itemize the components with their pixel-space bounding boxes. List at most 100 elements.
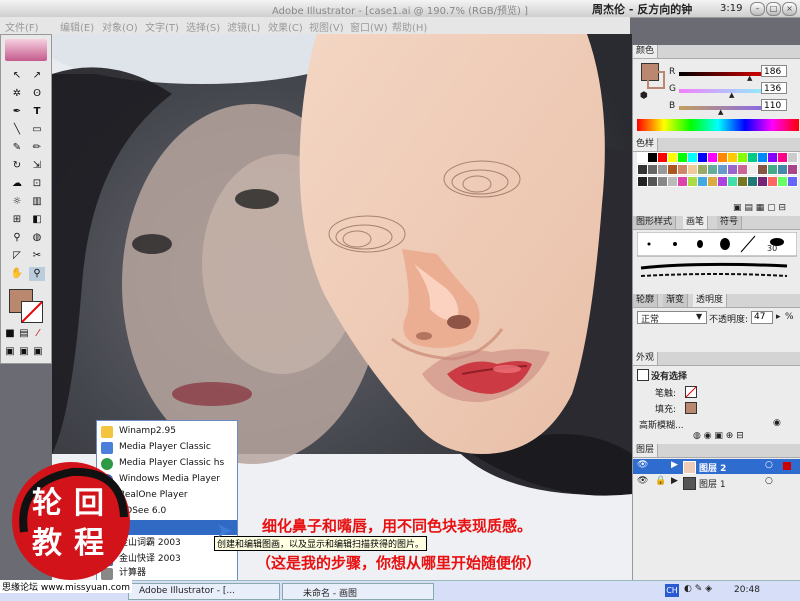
seal-brush-ring: [19, 467, 128, 533]
taskbar-button-paint[interactable]: 未命名 - 画图: [282, 583, 434, 600]
layer-target-icon[interactable]: ○: [765, 460, 773, 470]
layer-row-2[interactable]: 👁 ▶ 图层 2 ○: [633, 459, 800, 474]
color-stroke-swatch[interactable]: [647, 71, 665, 89]
graph-tool-icon[interactable]: ▥: [29, 195, 45, 209]
blend-tool-icon[interactable]: ◍: [29, 231, 45, 245]
b-slider-thumb-icon[interactable]: ▲: [718, 108, 723, 116]
seal-char-2: 回: [74, 486, 104, 521]
color-spectrum-bar[interactable]: [637, 119, 799, 131]
menu-edit[interactable]: 编辑(E): [60, 19, 94, 34]
appearance-panel-buttons[interactable]: ◍ ◉ ▣ ⊕ ⊟: [693, 431, 744, 441]
blend-mode-select[interactable]: 正常 ▼: [637, 311, 707, 325]
mesh-tool-icon[interactable]: ⊞: [9, 213, 25, 227]
close-button[interactable]: ×: [782, 2, 797, 16]
scale-tool-icon[interactable]: ⇲: [29, 159, 45, 173]
taskbar-button-illustrator[interactable]: Adobe Illustrator - [...: [128, 583, 280, 600]
caption-line-1: 细化鼻子和嘴唇，用不同色块表现质感。: [262, 517, 533, 535]
language-indicator[interactable]: CH: [665, 584, 679, 597]
brush-panel: 图形样式 画笔 符号 30: [632, 216, 800, 294]
tray-icons[interactable]: ◐ ✎ ◈: [684, 584, 712, 594]
screen-mode-full-menu-icon[interactable]: ▣: [19, 345, 29, 359]
opacity-input[interactable]: 47: [751, 311, 773, 324]
rectangle-tool-icon[interactable]: ▭: [29, 123, 45, 137]
brush-presets[interactable]: [637, 232, 797, 288]
appearance-stroke-swatch[interactable]: [685, 386, 697, 398]
eye-icon[interactable]: 👁: [637, 460, 648, 470]
warp-tool-icon[interactable]: ☁: [9, 177, 25, 191]
lasso-tool-icon[interactable]: ʘ: [29, 87, 45, 101]
scissors-tool-icon[interactable]: ✂: [29, 249, 45, 263]
menu-file[interactable]: 文件(F): [5, 19, 39, 34]
menu-object[interactable]: 对象(O): [102, 19, 138, 34]
menu-select[interactable]: 选择(S): [186, 19, 220, 34]
swatch[interactable]: [787, 176, 798, 187]
slice-tool-icon[interactable]: ◸: [9, 249, 25, 263]
free-transform-tool-icon[interactable]: ⊡: [29, 177, 45, 191]
seal-stamp-logo: 轮 回 教 程: [12, 462, 130, 580]
paintbrush-tool-icon[interactable]: ✎: [9, 141, 25, 155]
stroke-label: 笔触:: [655, 389, 677, 399]
maximize-button[interactable]: □: [766, 2, 781, 16]
stroke-color-box[interactable]: [21, 301, 43, 323]
menu-type[interactable]: 文字(T): [145, 19, 179, 34]
type-tool-icon[interactable]: T: [29, 105, 45, 119]
tab-color[interactable]: 颜色: [633, 45, 659, 58]
lock-icon[interactable]: 🔒: [655, 476, 666, 486]
menu-item-mpc[interactable]: Media Player Classic: [97, 440, 237, 455]
tab-stroke[interactable]: 轮廓: [633, 294, 659, 307]
tab-brushes[interactable]: 画笔: [683, 216, 709, 229]
gradient-tool-icon[interactable]: ◧: [29, 213, 45, 227]
color-mode-icon[interactable]: ■: [5, 327, 15, 341]
menu-window[interactable]: 窗口(W): [350, 19, 388, 34]
pencil-tool-icon[interactable]: ✏: [29, 141, 45, 155]
minimize-button[interactable]: –: [750, 2, 765, 16]
swatch[interactable]: [787, 164, 798, 175]
zoom-tool-icon[interactable]: ⚲: [29, 267, 45, 281]
gradient-mode-icon[interactable]: ▤: [19, 327, 29, 341]
menu-effect[interactable]: 效果(C): [268, 19, 303, 34]
screen-mode-standard-icon[interactable]: ▣: [5, 345, 15, 359]
layer-target-icon[interactable]: ○: [765, 476, 773, 486]
g-value-input[interactable]: 136: [761, 82, 787, 94]
swatch-grid[interactable]: [637, 152, 798, 202]
none-mode-icon[interactable]: ⁄: [33, 327, 43, 341]
expand-arrow-icon[interactable]: ▶: [671, 460, 678, 470]
magic-wand-tool-icon[interactable]: ✲: [9, 87, 25, 101]
menu-view[interactable]: 视图(V): [309, 19, 344, 34]
effect-visibility-icon[interactable]: ◉: [773, 418, 781, 428]
hand-tool-icon[interactable]: ✋: [9, 267, 25, 281]
tab-layers[interactable]: 图层: [633, 444, 659, 457]
b-value-input[interactable]: 110: [761, 99, 787, 111]
layer-thumbnail: [683, 477, 696, 490]
tab-transparency[interactable]: 透明度: [693, 294, 728, 307]
selection-tool-icon[interactable]: ↖: [9, 69, 25, 83]
screen-mode-full-icon[interactable]: ▣: [33, 345, 43, 359]
eye-icon[interactable]: 👁: [637, 476, 648, 486]
eyedropper-tool-icon[interactable]: ⚲: [9, 231, 25, 245]
menu-help[interactable]: 帮助(H): [392, 19, 427, 34]
tab-gradient[interactable]: 渐变: [663, 294, 689, 307]
menu-item-winamp[interactable]: Winamp2.95: [97, 424, 237, 439]
symbol-sprayer-tool-icon[interactable]: ☼: [9, 195, 25, 209]
tab-swatches[interactable]: 色样: [633, 138, 659, 151]
r-slider-thumb-icon[interactable]: ▲: [747, 74, 752, 82]
tab-graphic-styles[interactable]: 图形样式: [633, 216, 677, 229]
pen-tool-icon[interactable]: ✒: [9, 105, 25, 119]
appearance-fill-swatch[interactable]: [685, 402, 697, 414]
expand-arrow-icon[interactable]: ▶: [671, 476, 678, 486]
r-value-input[interactable]: 186: [761, 65, 787, 77]
chevron-down-icon: ▼: [696, 312, 703, 321]
menu-filter[interactable]: 滤镜(L): [227, 19, 260, 34]
tab-symbols[interactable]: 符号: [717, 216, 743, 229]
g-slider-thumb-icon[interactable]: ▲: [729, 91, 734, 99]
swatch-panel-buttons[interactable]: ▣ ▤ ▦ ▢ ⊟: [733, 203, 786, 213]
rotate-tool-icon[interactable]: ↻: [9, 159, 25, 173]
tab-appearance[interactable]: 外观: [633, 352, 659, 365]
direct-selection-tool-icon[interactable]: ↗: [29, 69, 45, 83]
opacity-stepper-icon[interactable]: ▸: [776, 312, 781, 322]
swatch[interactable]: [787, 152, 798, 163]
line-tool-icon[interactable]: ╲: [9, 123, 25, 137]
menu-bar: 文件(F) 编辑(E) 对象(O) 文字(T) 选择(S) 滤镜(L) 效果(C…: [0, 17, 630, 34]
gaussian-blur-effect[interactable]: 高斯模糊...: [639, 418, 684, 431]
layer-row-1[interactable]: 👁 🔒 ▶ 图层 1 ○: [633, 475, 800, 490]
